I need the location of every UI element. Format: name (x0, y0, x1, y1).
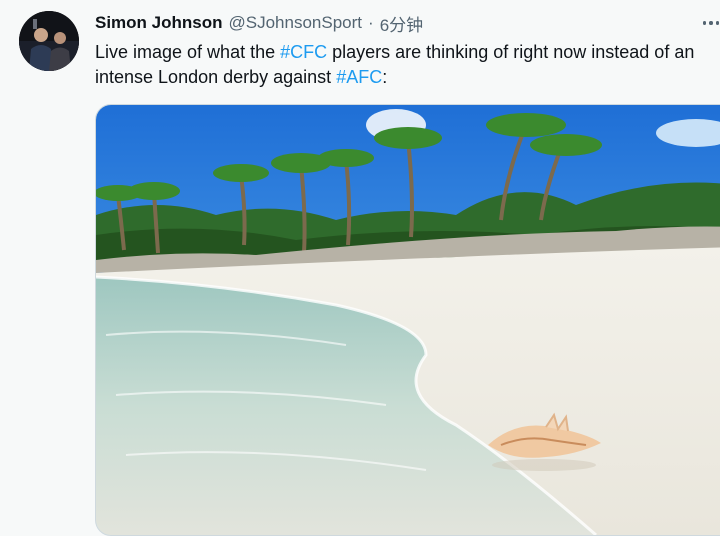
more-icon[interactable] (700, 12, 720, 34)
tweet-timestamp[interactable]: 6分钟 (380, 11, 423, 36)
author-avatar[interactable] (19, 11, 79, 71)
separator-dot: · (368, 13, 374, 32)
hashtag-link[interactable]: #AFC (336, 67, 382, 87)
tweet-header: Simon Johnson @SJohnsonSport · 6分钟 (95, 11, 423, 35)
author-name[interactable]: Simon Johnson (95, 13, 223, 33)
tweet-media-image[interactable] (95, 104, 720, 536)
tweet-text-part: : (382, 67, 388, 87)
author-handle[interactable]: @SJohnsonSport (229, 13, 363, 33)
tweet-text-part: Live image of what the (95, 42, 281, 62)
tweet-text: Live image of what the #CFC players are … (95, 40, 715, 90)
hashtag-link[interactable]: #CFC (280, 42, 327, 62)
